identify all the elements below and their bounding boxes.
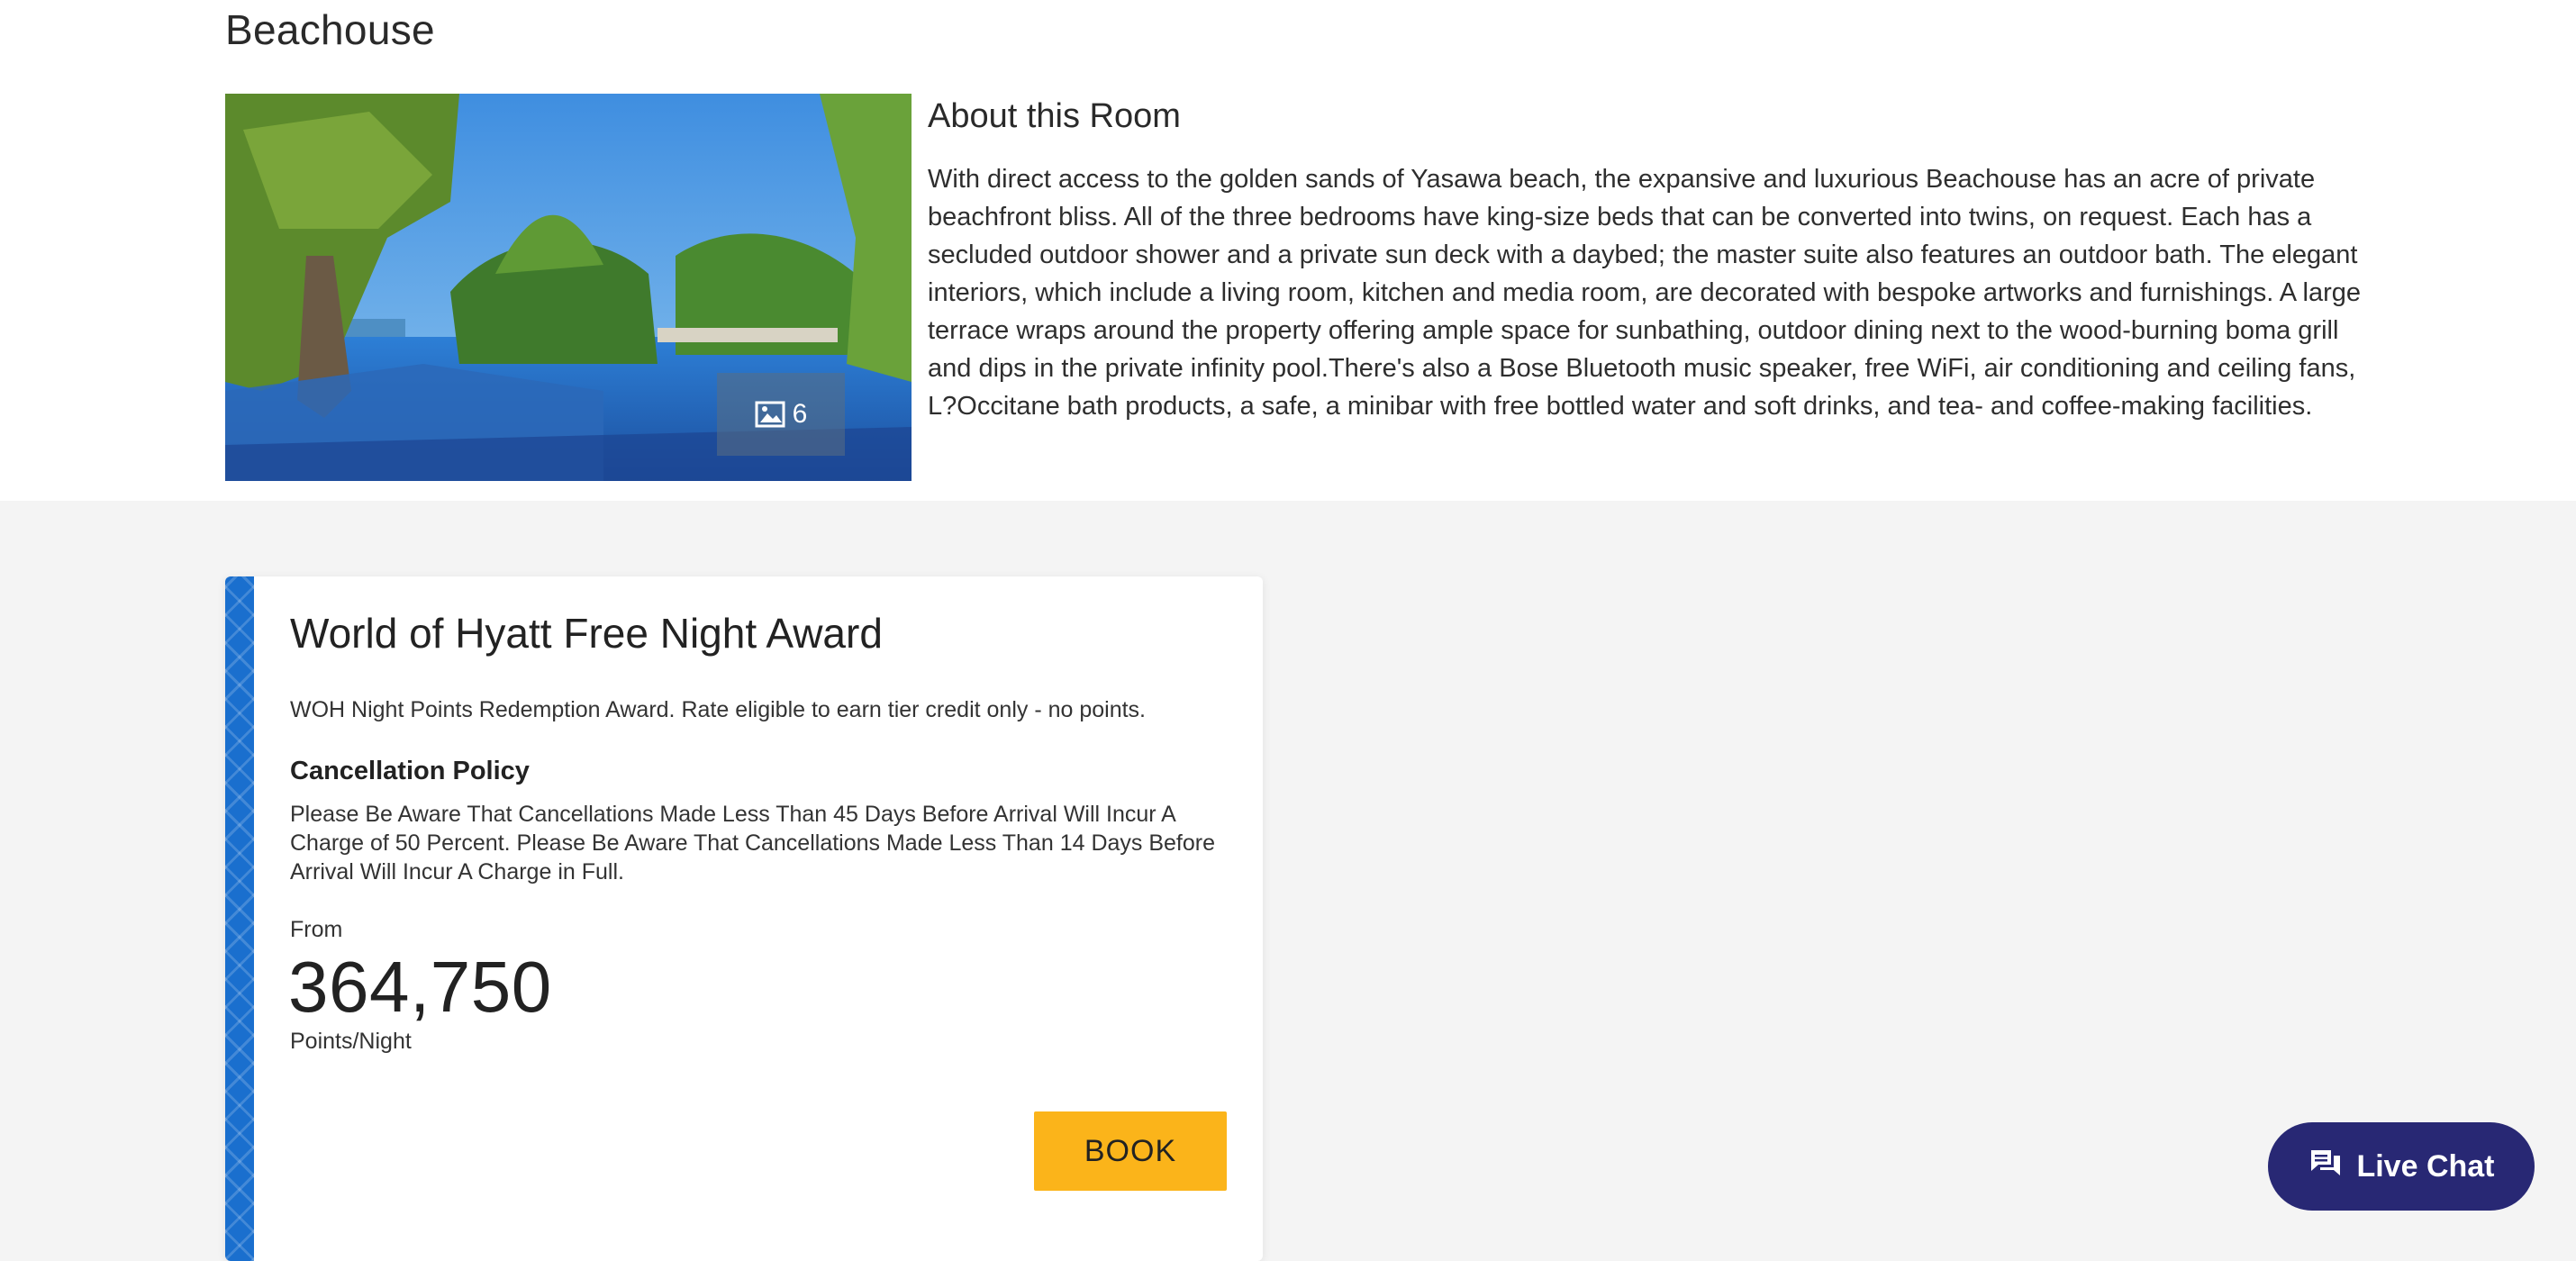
book-button[interactable]: BOOK [1034, 1111, 1227, 1191]
about-room-heading: About this Room [928, 97, 1181, 135]
live-chat-button[interactable]: Live Chat [2268, 1122, 2535, 1211]
price-unit-label: Points/Night [290, 1029, 412, 1054]
image-icon [755, 401, 785, 428]
room-title: Beachouse [225, 6, 435, 53]
card-stripe [225, 576, 254, 1261]
price-from-label: From [290, 917, 343, 942]
rate-title: World of Hyatt Free Night Award [290, 610, 883, 657]
cancellation-policy-text: Please Be Aware That Cancellations Made … [290, 802, 1216, 885]
photo-count-label: 6 [792, 399, 808, 429]
photo-gallery-button[interactable]: 6 [717, 373, 845, 456]
live-chat-label: Live Chat [2356, 1148, 2495, 1184]
price-points: 364,750 [288, 947, 552, 1027]
cancellation-policy-heading: Cancellation Policy [290, 757, 530, 785]
rate-card: World of Hyatt Free Night Award WOH Nigh… [225, 576, 1263, 1261]
room-photo[interactable]: 6 [225, 94, 912, 481]
about-room-description: With direct access to the golden sands o… [928, 165, 2361, 421]
chat-bubble-icon [2308, 1147, 2344, 1187]
room-details-section: Beachouse 6 About this Room With direct … [0, 0, 2576, 501]
rate-description: WOH Night Points Redemption Award. Rate … [290, 697, 1146, 722]
